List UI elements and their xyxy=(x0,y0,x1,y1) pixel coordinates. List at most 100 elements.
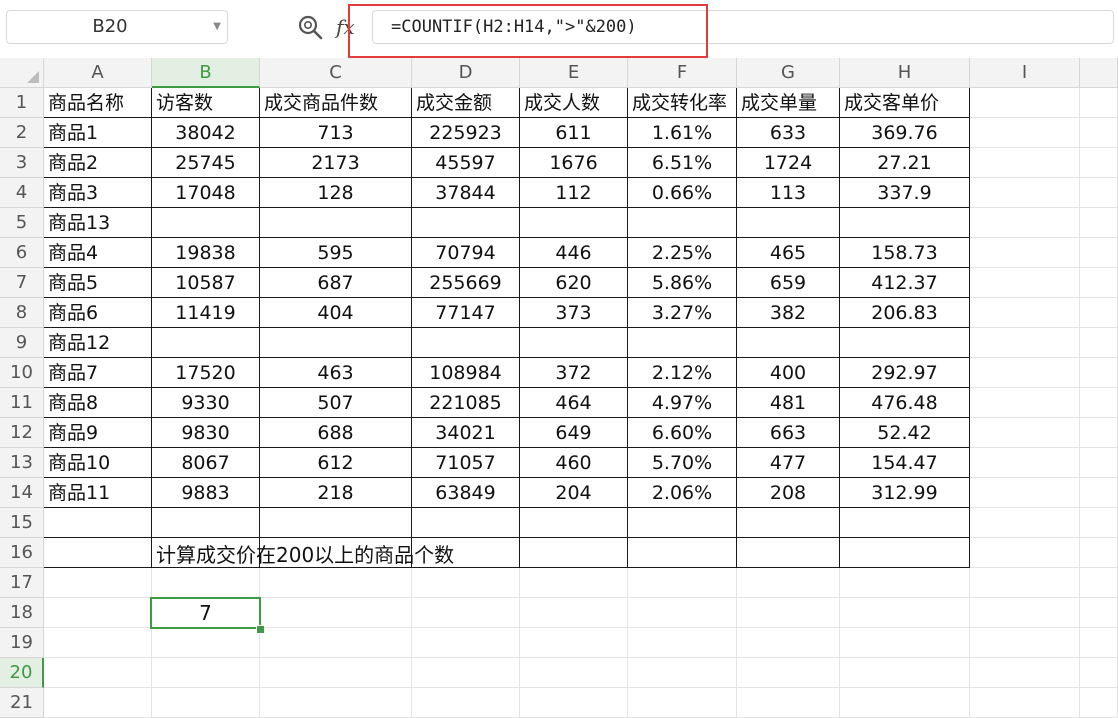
grid-cell[interactable] xyxy=(44,628,152,658)
grid-cell[interactable] xyxy=(737,568,840,598)
table-cell[interactable]: 688 xyxy=(260,418,412,448)
table-header-cell[interactable]: 成交客单价 xyxy=(840,88,970,118)
grid-cell[interactable] xyxy=(1080,598,1118,628)
table-cell[interactable] xyxy=(840,508,970,538)
table-cell[interactable]: 商品7 xyxy=(44,358,152,388)
table-cell[interactable]: 292.97 xyxy=(840,358,970,388)
active-cell-b20[interactable]: 7 xyxy=(150,597,261,629)
table-cell[interactable]: 1.61% xyxy=(628,118,737,148)
table-cell[interactable]: 商品4 xyxy=(44,238,152,268)
row-header-1[interactable]: 1 xyxy=(0,88,44,118)
grid-cell[interactable] xyxy=(970,658,1080,688)
table-cell[interactable]: 45597 xyxy=(412,148,520,178)
grid-cell[interactable] xyxy=(737,598,840,628)
table-cell[interactable]: 3.27% xyxy=(628,298,737,328)
grid-cell[interactable] xyxy=(44,598,152,628)
grid-cell[interactable] xyxy=(260,628,412,658)
table-cell[interactable]: 221085 xyxy=(412,388,520,418)
zoom-search-icon[interactable] xyxy=(297,14,323,40)
table-cell[interactable]: 商品13 xyxy=(44,208,152,238)
grid-cell[interactable] xyxy=(970,448,1080,478)
table-cell[interactable]: 63849 xyxy=(412,478,520,508)
table-cell[interactable]: 446 xyxy=(520,238,628,268)
table-cell[interactable]: 4.97% xyxy=(628,388,737,418)
table-cell[interactable]: 620 xyxy=(520,268,628,298)
grid-cell[interactable] xyxy=(840,598,970,628)
grid-cell[interactable] xyxy=(840,688,970,718)
grid-cell[interactable] xyxy=(737,688,840,718)
table-cell[interactable] xyxy=(737,208,840,238)
table-cell[interactable]: 8067 xyxy=(152,448,260,478)
column-header-c[interactable]: C xyxy=(260,58,412,88)
grid-cell[interactable] xyxy=(1080,418,1118,448)
table-cell[interactable]: 5.70% xyxy=(628,448,737,478)
grid-cell[interactable] xyxy=(1080,298,1118,328)
table-cell[interactable] xyxy=(628,328,737,358)
chevron-down-icon[interactable]: ▼ xyxy=(213,11,221,43)
grid-cell[interactable] xyxy=(1080,538,1118,568)
row-header-3[interactable]: 3 xyxy=(0,148,44,178)
table-cell[interactable]: 633 xyxy=(737,118,840,148)
table-cell[interactable]: 208 xyxy=(737,478,840,508)
row-header-10[interactable]: 10 xyxy=(0,358,44,388)
grid-cell[interactable] xyxy=(628,568,737,598)
table-cell[interactable]: 商品12 xyxy=(44,328,152,358)
table-cell[interactable] xyxy=(520,208,628,238)
grid-cell[interactable] xyxy=(1080,658,1118,688)
row-header-14[interactable]: 14 xyxy=(0,478,44,508)
table-cell[interactable]: 10587 xyxy=(152,268,260,298)
row-header-15[interactable]: 15 xyxy=(0,508,44,538)
table-cell[interactable]: 113 xyxy=(737,178,840,208)
grid-cell[interactable] xyxy=(970,178,1080,208)
grid-cell[interactable] xyxy=(44,658,152,688)
grid-cell[interactable] xyxy=(1080,388,1118,418)
table-cell[interactable]: 659 xyxy=(737,268,840,298)
table-cell[interactable]: 2.06% xyxy=(628,478,737,508)
table-cell[interactable] xyxy=(840,328,970,358)
table-cell[interactable]: 312.99 xyxy=(840,478,970,508)
grid-cell[interactable] xyxy=(260,568,412,598)
table-cell[interactable]: 663 xyxy=(737,418,840,448)
table-header-cell[interactable]: 成交金额 xyxy=(412,88,520,118)
table-cell[interactable]: 687 xyxy=(260,268,412,298)
table-cell[interactable]: 9330 xyxy=(152,388,260,418)
table-cell[interactable]: 463 xyxy=(260,358,412,388)
grid-cell[interactable] xyxy=(1080,208,1118,238)
table-cell[interactable]: 商品2 xyxy=(44,148,152,178)
table-cell[interactable]: 404 xyxy=(260,298,412,328)
table-cell[interactable]: 477 xyxy=(737,448,840,478)
grid-cell[interactable] xyxy=(840,568,970,598)
column-header-f[interactable]: F xyxy=(628,58,737,88)
table-cell[interactable]: 337.9 xyxy=(840,178,970,208)
row-header-8[interactable]: 8 xyxy=(0,298,44,328)
table-cell[interactable]: 369.76 xyxy=(840,118,970,148)
table-cell[interactable]: 9883 xyxy=(152,478,260,508)
grid-cell[interactable] xyxy=(1080,508,1118,538)
table-cell[interactable] xyxy=(840,538,970,568)
table-cell[interactable]: 商品1 xyxy=(44,118,152,148)
table-cell[interactable]: 34021 xyxy=(412,418,520,448)
row-header-11[interactable]: 11 xyxy=(0,388,44,418)
column-header-e[interactable]: E xyxy=(520,58,628,88)
formula-input[interactable]: =COUNTIF(H2:H14,">"&200) xyxy=(372,10,1114,44)
table-cell[interactable]: 400 xyxy=(737,358,840,388)
table-cell[interactable] xyxy=(520,508,628,538)
table-cell[interactable]: 5.86% xyxy=(628,268,737,298)
grid-cell[interactable] xyxy=(1080,238,1118,268)
grid-cell[interactable] xyxy=(970,388,1080,418)
table-cell[interactable]: 商品3 xyxy=(44,178,152,208)
row-header-7[interactable]: 7 xyxy=(0,268,44,298)
column-header-g[interactable]: G xyxy=(737,58,840,88)
grid-cell[interactable] xyxy=(1080,358,1118,388)
grid-cell[interactable] xyxy=(260,688,412,718)
table-cell[interactable]: 611 xyxy=(520,118,628,148)
table-cell[interactable]: 154.47 xyxy=(840,448,970,478)
table-cell[interactable]: 713 xyxy=(260,118,412,148)
grid-cell[interactable] xyxy=(970,628,1080,658)
grid-cell[interactable] xyxy=(970,538,1080,568)
grid-cell[interactable] xyxy=(1080,688,1118,718)
row-header-20[interactable]: 20 xyxy=(0,658,44,688)
table-cell[interactable]: 商品10 xyxy=(44,448,152,478)
table-header-cell[interactable]: 成交人数 xyxy=(520,88,628,118)
fill-handle[interactable] xyxy=(256,625,265,634)
